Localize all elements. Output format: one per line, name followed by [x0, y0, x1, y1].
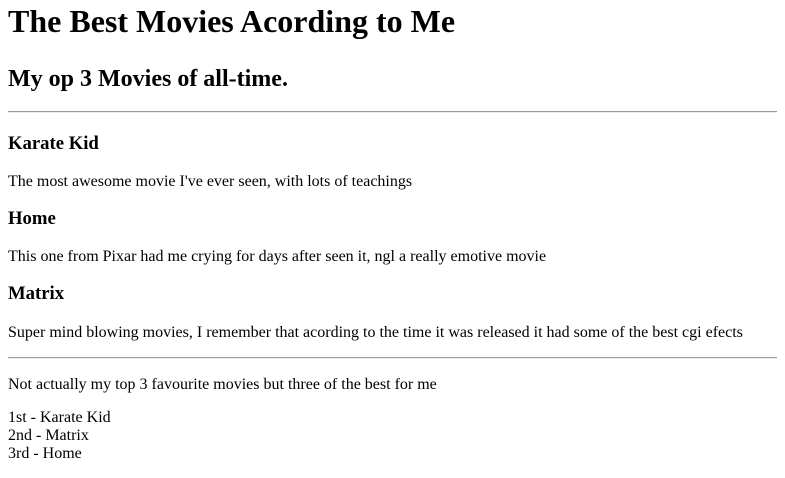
- footer-note: Not actually my top 3 favourite movies b…: [8, 376, 437, 393]
- ranking-item-1: 1st - Karate Kid: [8, 409, 111, 426]
- movie-title-home: Home: [8, 208, 56, 229]
- page-title: The Best Movies Acording to Me: [8, 3, 456, 39]
- movie-list: Karate Kid The most awesome movie I've e…: [8, 133, 777, 342]
- ranking-item-3: 3rd - Home: [8, 445, 82, 462]
- divider-top: [8, 111, 777, 113]
- movie-title-karate-kid: Karate Kid: [8, 133, 99, 154]
- divider-bottom: [8, 357, 777, 359]
- ranking-item-2: 2nd - Matrix: [8, 427, 89, 444]
- movie-description-karate-kid: The most awesome movie I've ever seen, w…: [8, 173, 413, 190]
- page-subtitle: My op 3 Movies of all-time.: [8, 66, 288, 92]
- movie-description-matrix: Super mind blowing movies, I remember th…: [8, 324, 743, 341]
- movie-title-matrix: Matrix: [8, 283, 65, 304]
- ranking-list: 1st - Karate Kid 2nd - Matrix 3rd - Home: [8, 409, 777, 463]
- movie-description-home: This one from Pixar had me crying for da…: [8, 248, 547, 265]
